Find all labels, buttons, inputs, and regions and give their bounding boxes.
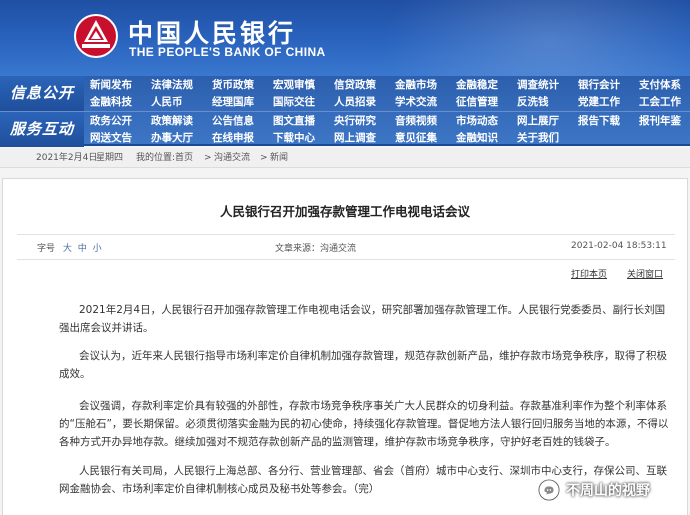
close-window-link[interactable]: 关闭窗口 [627, 267, 663, 280]
nav-item[interactable]: 网上调查 [334, 130, 376, 147]
nav-item[interactable]: 金融科技 [90, 94, 132, 111]
nav-item[interactable]: 国际交往 [273, 94, 315, 111]
nav-item[interactable]: 法律法规 [151, 77, 193, 94]
nav-item[interactable]: 报刊年鉴 [639, 113, 681, 130]
print-page-link[interactable]: 打印本页 [571, 267, 607, 280]
nav-item[interactable]: 信贷政策 [334, 77, 376, 94]
nav-item[interactable]: 反洗钱 [517, 94, 549, 111]
nav-item[interactable]: 调查统计 [517, 77, 559, 94]
nav-item[interactable]: 市场动态 [456, 113, 498, 130]
wechat-official-account-icon [538, 479, 560, 501]
nav-item[interactable]: 经理国库 [212, 94, 254, 111]
nav-item[interactable]: 关于我们 [517, 130, 559, 147]
source-label: 文章来源： [275, 244, 321, 254]
nav-item[interactable]: 金融市场 [395, 77, 437, 94]
article-paragraph: 会议认为，近年来人民银行指导市场利率定价自律机制加强存款管理，规范存款创新产品，… [59, 350, 667, 380]
divider [17, 234, 675, 235]
nav-section-service: 服务互动 政务公开 政策解读 公告信息 图文直播 央行研究 音频视频 市场动态 网上展厅 报告下… [0, 111, 690, 147]
nav-item[interactable]: 货币政策 [212, 77, 254, 94]
nav-section-label-service[interactable]: 服务互动 [0, 112, 84, 147]
nav-item[interactable]: 金融稳定 [456, 77, 498, 94]
nav-section-label-info[interactable]: 信息公开 [0, 76, 84, 111]
breadcrumb-level1[interactable]: 沟通交流 [214, 148, 250, 168]
pboc-emblem-icon[interactable] [72, 12, 120, 60]
nav-item[interactable]: 工会工作 [639, 94, 681, 111]
article-title: 人民银行召开加强存款管理工作电视电话会议 [219, 204, 470, 219]
breadcrumb-separator: > [260, 153, 268, 163]
nav-item[interactable]: 网上展厅 [517, 113, 559, 130]
current-weekday: 星期四 [96, 153, 124, 163]
nav-item[interactable]: 学术交流 [395, 94, 437, 111]
nav-item[interactable]: 意见征集 [395, 130, 437, 147]
nav-item[interactable]: 党建工作 [578, 94, 620, 111]
bank-name-en[interactable]: THE PEOPLE'S BANK OF CHINA [129, 45, 326, 59]
nav-item[interactable]: 宏观审慎 [273, 77, 315, 94]
nav-item[interactable]: 支付体系 [639, 77, 681, 94]
breadcrumb: 2021年2月4日 星期四 我的位置:首页 > 沟通交流 > 新闻 [0, 148, 690, 168]
nav-item[interactable]: 网送文告 [90, 130, 132, 147]
header-highlight [370, 0, 690, 76]
font-size-control: 字号 大 中 小 [37, 241, 102, 254]
nav-grid-info: 新闻发布 法律法规 货币政策 宏观审慎 信贷政策 金融市场 金融稳定 调查统计 银行会计 支付体系… [88, 76, 690, 111]
nav-item[interactable]: 新闻发布 [90, 77, 132, 94]
nav-item[interactable]: 人员招录 [334, 94, 376, 111]
nav-item[interactable]: 图文直播 [273, 113, 315, 130]
font-size-label: 字号 [37, 244, 56, 254]
nav-item[interactable]: 政策解读 [151, 113, 193, 130]
nav-item[interactable]: 下载中心 [273, 130, 315, 147]
breadcrumb-separator: > [204, 153, 212, 163]
nav-item[interactable]: 音频视频 [395, 113, 437, 130]
watermark-text: 不周山的视野 [566, 483, 650, 499]
nav-item[interactable]: 央行研究 [334, 113, 376, 130]
current-date: 2021年2月4日 [36, 153, 98, 163]
breadcrumb-level2[interactable]: 新闻 [270, 148, 288, 168]
nav-item[interactable]: 银行会计 [578, 77, 620, 94]
breadcrumb-home[interactable]: 我的位置:首页 [136, 148, 193, 168]
article-paragraph: 会议强调，存款利率定价具有较强的外部性，存款市场竞争秩序事关广大人民群众的切身利… [59, 400, 669, 448]
source-value: 沟通交流 [320, 244, 357, 254]
article-panel: 人民银行召开加强存款管理工作电视电话会议 字号 大 中 小 文章来源：沟通交流 … [2, 178, 688, 515]
nav-item[interactable]: 政务公开 [90, 113, 132, 130]
article-source: 文章来源：沟通交流 [275, 241, 356, 254]
font-size-small[interactable]: 小 [93, 244, 102, 254]
nav-item[interactable]: 公告信息 [212, 113, 254, 130]
nav-grid-service: 政务公开 政策解读 公告信息 图文直播 央行研究 音频视频 市场动态 网上展厅 报告下载 报刊年鉴… [88, 112, 690, 147]
nav-item[interactable]: 人民币 [151, 94, 183, 111]
nav-item[interactable]: 金融知识 [456, 130, 498, 147]
divider [17, 259, 675, 260]
watermark: 不周山的视野 [538, 478, 650, 502]
nav-item[interactable]: 征信管理 [456, 94, 498, 111]
font-size-large[interactable]: 大 [63, 244, 72, 254]
article-datetime: 2021-02-04 18:53:11 [571, 241, 667, 251]
nav-item[interactable]: 办事大厅 [151, 130, 193, 147]
nav-item[interactable]: 报告下载 [578, 113, 620, 130]
nav-section-info: 信息公开 新闻发布 法律法规 货币政策 宏观审慎 信贷政策 金融市场 金融稳定 调查统计 银行会… [0, 76, 690, 111]
font-size-medium[interactable]: 中 [78, 244, 87, 254]
article-paragraph: 2021年2月4日，人民银行召开加强存款管理工作电视电话会议，研究部署加强存款管… [59, 304, 666, 334]
site-header: 中国人民银行 THE PEOPLE'S BANK OF CHINA [0, 0, 690, 76]
main-nav: 信息公开 新闻发布 法律法规 货币政策 宏观审慎 信贷政策 金融市场 金融稳定 调查统计 银行会… [0, 76, 690, 147]
nav-item[interactable]: 在线申报 [212, 130, 254, 147]
